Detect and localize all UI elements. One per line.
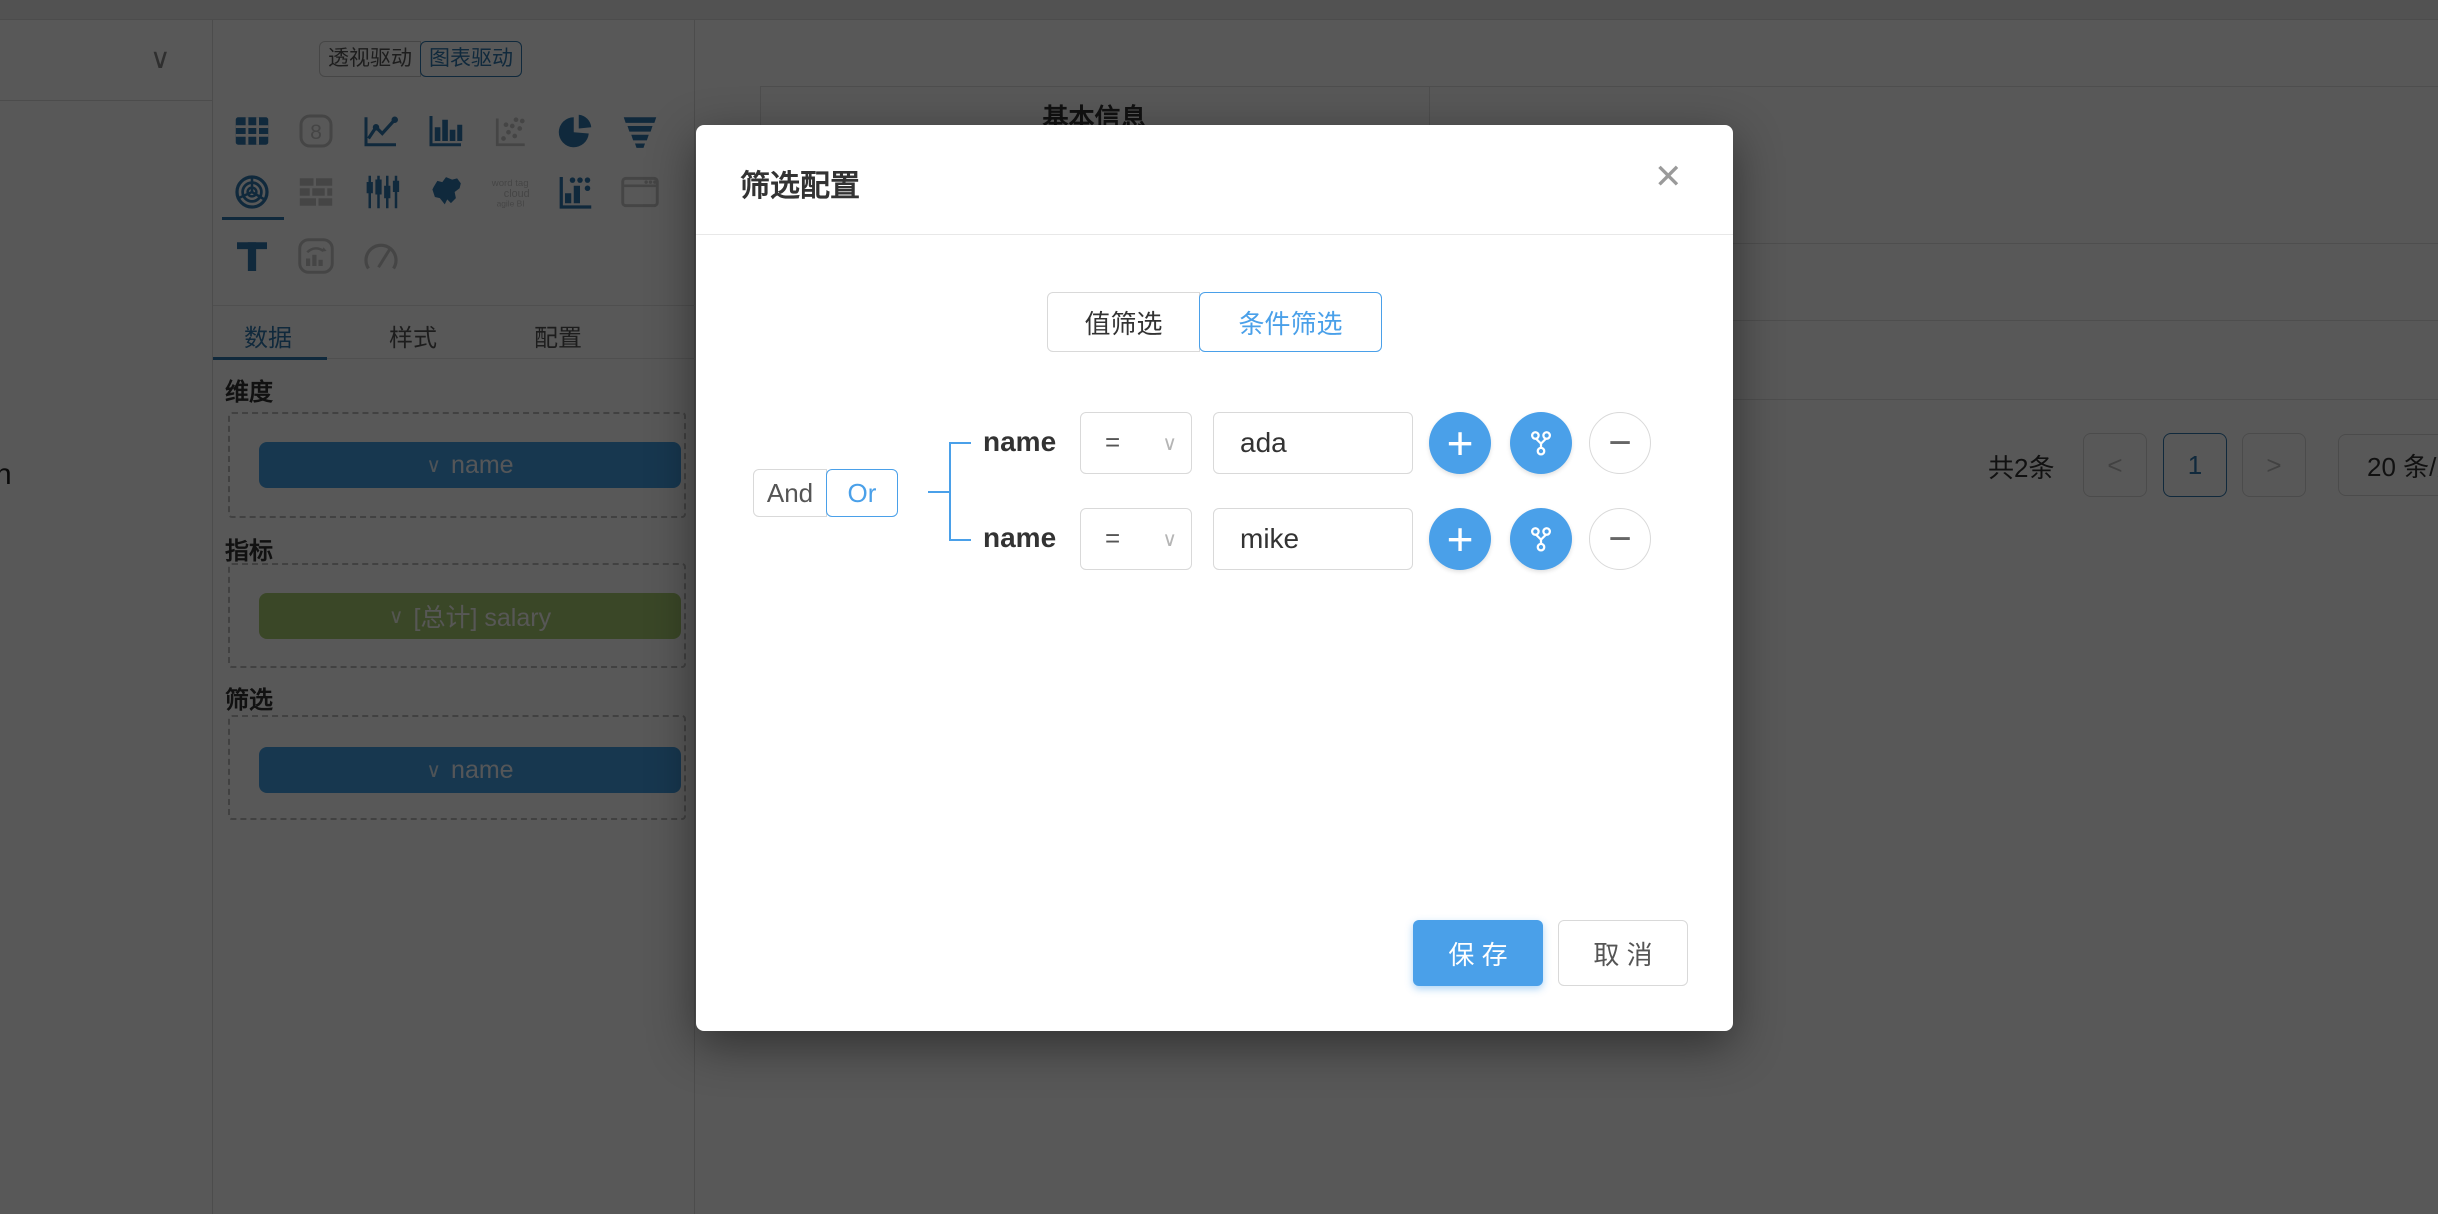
- add-subgroup-button[interactable]: [1510, 412, 1572, 474]
- screen: ∨ n 透视驱动 图表驱动 8: [0, 0, 2438, 1214]
- branch-icon: [1526, 428, 1556, 458]
- remove-condition-button[interactable]: −: [1589, 412, 1651, 474]
- minus-icon: −: [1608, 421, 1631, 466]
- branch-icon: [1526, 524, 1556, 554]
- add-condition-button[interactable]: +: [1429, 412, 1491, 474]
- condition-row: name = ∨ + −: [696, 508, 1733, 570]
- add-subgroup-button[interactable]: [1510, 508, 1572, 570]
- tab-condition-filter[interactable]: 条件筛选: [1199, 292, 1382, 352]
- condition-field-label: name: [983, 522, 1056, 554]
- tab-value-filter[interactable]: 值筛选: [1047, 292, 1200, 352]
- plus-icon: +: [1447, 512, 1474, 566]
- condition-value-input[interactable]: [1213, 508, 1413, 570]
- operator-select[interactable]: = ∨: [1080, 412, 1192, 474]
- modal-footer: 保 存 取 消: [696, 920, 1733, 986]
- operator-value: =: [1105, 427, 1120, 458]
- close-icon[interactable]: ✕: [1654, 157, 1683, 197]
- filter-config-modal: 筛选配置 ✕ 值筛选 条件筛选 And Or name = ∨ +: [696, 125, 1733, 1031]
- operator-select[interactable]: = ∨: [1080, 508, 1192, 570]
- minus-icon: −: [1608, 517, 1631, 562]
- condition-field-label: name: [983, 426, 1056, 458]
- cancel-button[interactable]: 取 消: [1558, 920, 1688, 986]
- condition-row: name = ∨ + −: [696, 412, 1733, 474]
- condition-value-input[interactable]: [1213, 412, 1413, 474]
- plus-icon: +: [1447, 416, 1474, 470]
- logic-or-button[interactable]: Or: [826, 469, 898, 517]
- save-button[interactable]: 保 存: [1413, 920, 1543, 986]
- remove-condition-button[interactable]: −: [1589, 508, 1651, 570]
- modal-title: 筛选配置: [740, 161, 860, 205]
- filter-mode-tabs: 值筛选 条件筛选: [1047, 292, 1382, 352]
- operator-value: =: [1105, 523, 1120, 554]
- add-condition-button[interactable]: +: [1429, 508, 1491, 570]
- logic-connector-line: [928, 491, 950, 493]
- chevron-down-icon: ∨: [1162, 431, 1177, 456]
- chevron-down-icon: ∨: [1162, 527, 1177, 552]
- modal-header: 筛选配置 ✕: [696, 125, 1733, 235]
